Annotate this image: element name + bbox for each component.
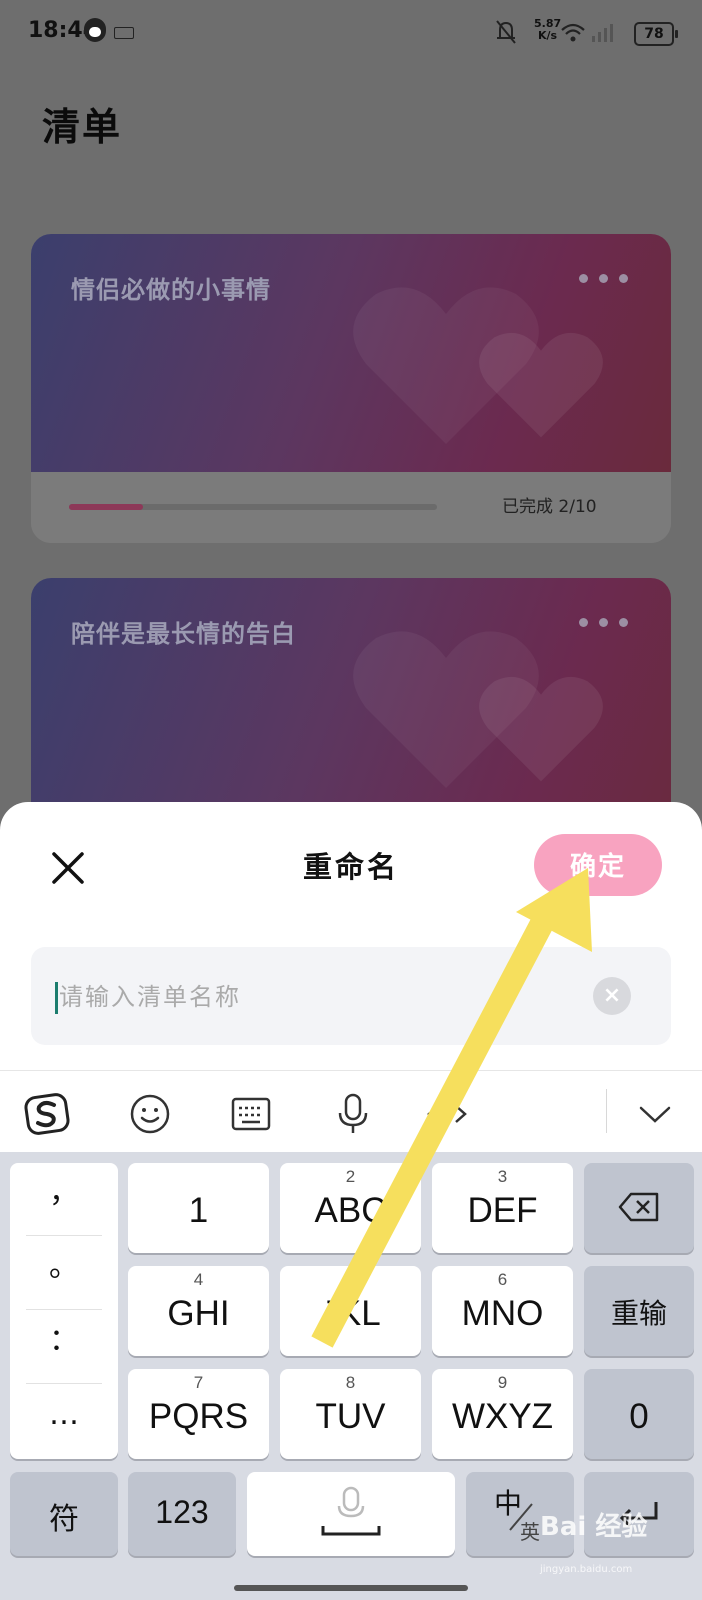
status-bar: 18:44 5.87 K/s 78 xyxy=(0,0,702,64)
key-label: DEF xyxy=(467,1191,538,1230)
progress-bar xyxy=(69,504,437,510)
clear-input-icon[interactable]: × xyxy=(593,977,631,1015)
key-9[interactable]: 9 WXYZ xyxy=(432,1369,573,1459)
card-title: 情侣必做的小事情 xyxy=(71,276,271,304)
key-0[interactable]: 0 xyxy=(584,1369,694,1459)
sogou-logo-icon[interactable] xyxy=(24,1091,70,1137)
list-card[interactable]: 情侣必做的小事情 已完成 2/10 xyxy=(31,234,671,543)
watermark-text: Bai 经验 xyxy=(540,1512,648,1542)
key-label: 0 xyxy=(629,1397,649,1436)
punctuation-key[interactable]: ： xyxy=(10,1311,118,1383)
backspace-icon xyxy=(618,1192,659,1222)
key-label: WXYZ xyxy=(451,1397,554,1436)
more-options-icon[interactable] xyxy=(579,618,629,628)
numbers-key[interactable]: 123 xyxy=(128,1472,236,1556)
space-key[interactable] xyxy=(247,1472,455,1556)
key-5[interactable]: 5 JKL xyxy=(280,1266,421,1356)
confirm-button[interactable]: 确定 xyxy=(534,834,662,896)
wifi-signal-icon xyxy=(561,23,613,42)
key-label: PQRS xyxy=(148,1397,249,1436)
microphone-icon[interactable] xyxy=(330,1091,376,1137)
heart-decoration-icon xyxy=(479,332,603,438)
progress-label: 已完成 xyxy=(502,497,553,517)
punctuation-key[interactable]: … xyxy=(10,1385,118,1457)
keyboard-icon[interactable] xyxy=(228,1091,274,1137)
list-name-input[interactable] xyxy=(57,969,581,1025)
key-label: 符 xyxy=(49,1502,79,1537)
key-7[interactable]: 7 PQRS xyxy=(128,1369,269,1459)
network-speed: 5.87 K/s xyxy=(534,18,561,42)
backspace-key[interactable] xyxy=(584,1163,694,1253)
key-2[interactable]: 2 ABC xyxy=(280,1163,421,1253)
slash-divider-icon xyxy=(509,1503,533,1531)
key-1[interactable]: 1 xyxy=(128,1163,269,1253)
name-input-container[interactable]: × xyxy=(31,947,671,1045)
progress-text: 已完成 2/10 xyxy=(502,492,597,517)
keyboard-toolbar xyxy=(0,1070,702,1153)
key-label: JKL xyxy=(320,1294,381,1333)
key-label: 1 xyxy=(188,1191,209,1230)
card-title: 陪伴是最长情的告白 xyxy=(71,620,296,648)
key-3[interactable]: 3 DEF xyxy=(432,1163,573,1253)
card-footer: 已完成 2/10 xyxy=(31,472,671,543)
collapse-keyboard-icon[interactable] xyxy=(632,1091,678,1137)
key-label: ABC xyxy=(314,1191,387,1230)
space-mic-icon xyxy=(321,1486,381,1536)
rename-sheet: 重命名 确定 × xyxy=(0,802,702,1072)
progress-fill xyxy=(69,504,143,510)
key-4[interactable]: 4 GHI xyxy=(128,1266,269,1356)
key-8[interactable]: 8 TUV xyxy=(280,1369,421,1459)
key-label: MNO xyxy=(461,1294,544,1333)
punctuation-column[interactable]: ， 。 ： … xyxy=(10,1163,118,1459)
keyboard-indicator-icon xyxy=(114,27,134,39)
page-title: 清单 xyxy=(42,105,123,149)
key-label: 重输 xyxy=(610,1297,667,1330)
key-6[interactable]: 6 MNO xyxy=(432,1266,573,1356)
more-options-icon[interactable] xyxy=(579,274,629,284)
progress-count: 2/10 xyxy=(558,497,597,517)
reinput-key[interactable]: 重输 xyxy=(584,1266,694,1356)
home-indicator[interactable] xyxy=(234,1585,468,1591)
punctuation-key[interactable]: 。 xyxy=(10,1237,118,1309)
mute-bell-icon xyxy=(496,20,516,44)
emoji-icon[interactable] xyxy=(127,1091,173,1137)
key-label: 123 xyxy=(155,1494,209,1530)
battery-indicator: 78 xyxy=(634,22,678,46)
key-label: GHI xyxy=(167,1294,230,1333)
toolbar-divider xyxy=(606,1089,607,1133)
punctuation-key[interactable]: ， xyxy=(10,1163,118,1235)
heart-decoration-icon xyxy=(479,676,603,782)
net-speed-unit: K/s xyxy=(538,29,558,42)
watermark-sub: jingyan.baidu.com xyxy=(540,1564,633,1575)
cursor-move-icon[interactable] xyxy=(424,1091,470,1137)
key-label: TUV xyxy=(315,1397,386,1436)
qq-notification-icon xyxy=(84,18,106,42)
symbol-key[interactable]: 符 xyxy=(10,1472,118,1556)
